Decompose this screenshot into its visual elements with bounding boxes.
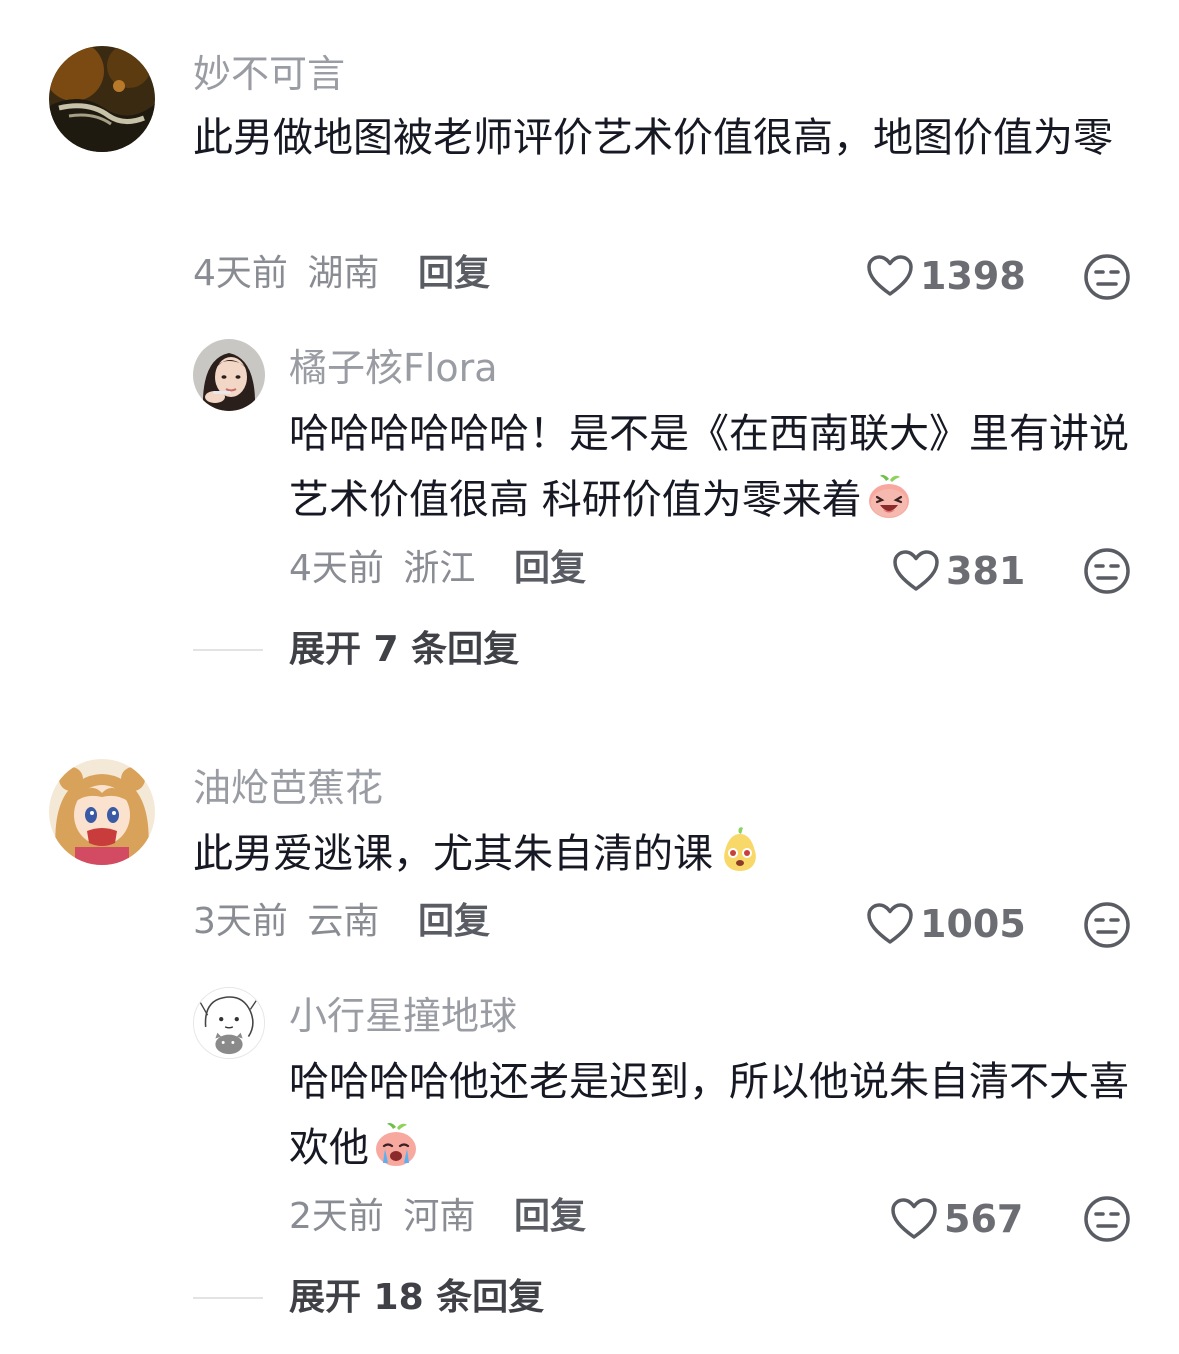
dislike-button[interactable] — [1083, 901, 1131, 949]
like-button[interactable]: 1398 — [866, 250, 1026, 302]
reply-text: 哈哈哈哈他还老是迟到，所以他说朱自清不大喜欢他 — [289, 1049, 1129, 1181]
reply-text: 哈哈哈哈哈哈！是不是《在西南联大》里有讲说艺术价值很高 科研价值为零来着 — [289, 401, 1129, 533]
meh-face-icon — [1084, 548, 1130, 594]
meh-face-icon — [1084, 1196, 1130, 1242]
comment-meta: 3天前 云南 — [193, 900, 379, 944]
reply-time: 4天前 — [289, 548, 384, 589]
peeking-pear-emoji-icon — [724, 827, 756, 871]
comment-location: 云南 — [307, 901, 380, 942]
expand-divider — [193, 649, 263, 651]
like-count: 1005 — [920, 902, 1026, 946]
reply-avatar[interactable] — [193, 339, 265, 411]
comment-username[interactable]: 妙不可言 — [193, 51, 345, 97]
like-button[interactable]: 381 — [892, 545, 1025, 597]
reply-avatar[interactable] — [193, 987, 265, 1059]
heart-icon — [893, 550, 939, 591]
comment-location: 湖南 — [307, 253, 380, 294]
comment-time: 4天前 — [193, 253, 288, 294]
meh-face-icon — [1084, 254, 1130, 300]
avatar[interactable] — [49, 46, 155, 152]
reply-username[interactable]: 小行星撞地球 — [289, 993, 517, 1039]
laughing-peach-emoji-icon — [868, 475, 909, 518]
landscape-avatar-icon — [49, 46, 155, 152]
reply-meta: 2天前 河南 — [289, 1195, 475, 1239]
anime-girl-avatar-icon — [49, 759, 155, 865]
crying-peach-emoji-icon — [376, 1123, 416, 1166]
heart-icon — [891, 1198, 937, 1239]
like-count: 567 — [944, 1197, 1024, 1241]
dislike-button[interactable] — [1083, 1195, 1131, 1243]
expand-replies-button[interactable]: 展开 7 条回复 — [289, 628, 519, 672]
dislike-button[interactable] — [1083, 253, 1131, 301]
sketch-character-avatar-icon — [194, 988, 264, 1058]
reply-time: 2天前 — [289, 1196, 384, 1237]
like-count: 1398 — [920, 254, 1026, 298]
comment-text-content: 此男爱逃课，尤其朱自清的课 — [193, 831, 713, 877]
reply-button[interactable]: 回复 — [418, 900, 490, 944]
girl-photo-avatar-icon — [193, 339, 265, 411]
avatar[interactable] — [49, 759, 155, 865]
like-count: 381 — [946, 549, 1026, 593]
reply-location: 河南 — [403, 1196, 476, 1237]
heart-icon — [867, 903, 913, 944]
reply-button[interactable]: 回复 — [514, 1195, 586, 1239]
reply-location: 浙江 — [403, 548, 476, 589]
like-button[interactable]: 567 — [890, 1193, 1023, 1245]
expand-replies-button[interactable]: 展开 18 条回复 — [289, 1276, 544, 1320]
comment-meta: 4天前 湖南 — [193, 252, 379, 296]
reply-button[interactable]: 回复 — [418, 252, 490, 296]
reply-meta: 4天前 浙江 — [289, 547, 475, 591]
comment-time: 3天前 — [193, 901, 288, 942]
comment-username[interactable]: 油炝芭蕉花 — [193, 765, 383, 811]
expand-divider — [193, 1297, 263, 1299]
dislike-button[interactable] — [1083, 547, 1131, 595]
reply-button[interactable]: 回复 — [514, 547, 586, 591]
comment-text-content: 此男做地图被老师评价艺术价值很高，地图价值为零 — [193, 115, 1113, 161]
reply-text-content: 哈哈哈哈哈哈！是不是《在西南联大》里有讲说艺术价值很高 科研价值为零来着 — [289, 411, 1129, 523]
heart-icon — [867, 255, 913, 296]
meh-face-icon — [1084, 902, 1130, 948]
comment-text: 此男爱逃课，尤其朱自清的课 — [193, 821, 1123, 887]
like-button[interactable]: 1005 — [866, 898, 1026, 950]
comment-text: 此男做地图被老师评价艺术价值很高，地图价值为零 — [193, 105, 1123, 171]
reply-username[interactable]: 橘子核Flora — [289, 345, 498, 391]
